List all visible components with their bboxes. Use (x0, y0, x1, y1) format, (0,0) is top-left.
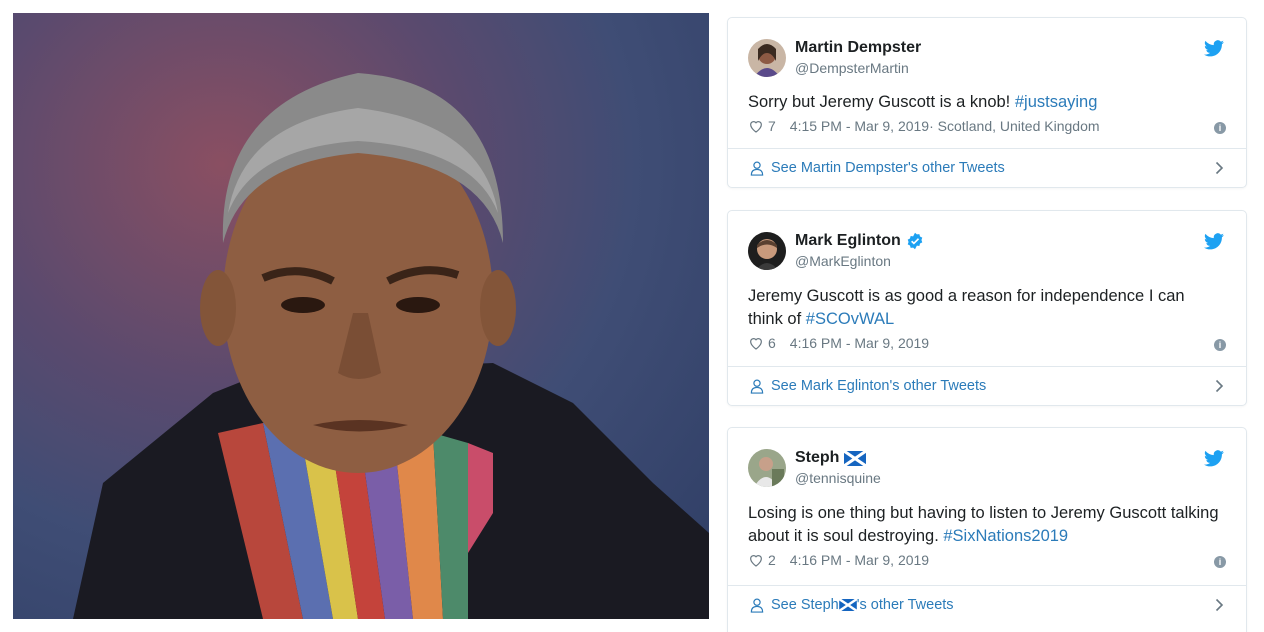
tweet-text: Jeremy Guscott is as good a reason for i… (748, 285, 1208, 331)
avatar[interactable] (748, 449, 786, 487)
see-other-tweets-label[interactable]: See Mark Eglinton's other Tweets (771, 378, 986, 394)
see-other-tweets-link[interactable]: See Martin Dempster's other Tweets (728, 148, 1246, 187)
handle[interactable]: @DempsterMartin (795, 58, 921, 78)
twitter-bird-icon[interactable] (1204, 233, 1224, 250)
hashtag-link[interactable]: #SixNations2019 (943, 527, 1068, 545)
verified-badge-icon (907, 232, 923, 250)
person-portrait (73, 73, 709, 619)
twitter-bird-icon[interactable] (1204, 40, 1224, 57)
tweet-card[interactable]: Martin Dempster @DempsterMartin Sorry bu… (727, 17, 1247, 188)
scotland-flag-icon (844, 450, 867, 466)
timestamp-link[interactable]: 4:15 PM - Mar 9, 2019 (790, 118, 929, 134)
tweet-text: Sorry but Jeremy Guscott is a knob! #jus… (748, 91, 1226, 114)
like-count[interactable]: 7 (768, 118, 776, 134)
person-icon (750, 379, 764, 394)
avatar[interactable] (748, 232, 786, 270)
see-other-tweets-label[interactable]: See Steph (771, 597, 839, 613)
display-name[interactable]: Mark Eglinton (795, 231, 924, 251)
heart-icon[interactable] (748, 552, 764, 568)
scotland-flag-icon (838, 599, 857, 611)
display-name[interactable]: Steph (795, 448, 881, 468)
tweet-card[interactable]: Steph @tennisquine Losing is one thing b… (727, 427, 1247, 632)
person-icon (750, 161, 764, 176)
display-name-text[interactable]: Martin Dempster (795, 38, 921, 58)
heart-icon[interactable] (748, 335, 764, 351)
chevron-right-icon[interactable] (1215, 379, 1224, 393)
tweet-meta: 2 4:16 PM - Mar 9, 2019 (748, 552, 1226, 568)
location-text: · Scotland, United Kingdom (929, 118, 1100, 134)
see-other-tweets-link[interactable]: See Mark Eglinton's other Tweets (728, 366, 1246, 405)
like-count[interactable]: 6 (768, 335, 776, 351)
tweet-meta: 7 4:15 PM - Mar 9, 2019 · Scotland, Unit… (748, 118, 1226, 134)
see-other-tweets-label-suffix[interactable]: 's other Tweets (857, 597, 954, 613)
tweet-text-body: Sorry but Jeremy Guscott is a knob! (748, 93, 1015, 111)
info-icon[interactable]: i (1214, 122, 1226, 134)
timestamp-link[interactable]: 4:16 PM - Mar 9, 2019 (790, 335, 929, 351)
info-icon[interactable]: i (1214, 556, 1226, 568)
handle[interactable]: @MarkEglinton (795, 251, 924, 271)
hashtag-link[interactable]: #SCOvWAL (806, 310, 894, 328)
news-photo (13, 13, 709, 619)
tweet-text: Losing is one thing but having to listen… (748, 502, 1226, 548)
chevron-right-icon[interactable] (1215, 598, 1224, 612)
display-name-text[interactable]: Steph (795, 448, 839, 468)
twitter-bird-icon[interactable] (1204, 450, 1224, 467)
avatar[interactable] (748, 39, 786, 77)
display-name[interactable]: Martin Dempster (795, 38, 921, 58)
see-other-tweets-label[interactable]: See Martin Dempster's other Tweets (771, 160, 1005, 176)
timestamp-link[interactable]: 4:16 PM - Mar 9, 2019 (790, 552, 929, 568)
heart-icon[interactable] (748, 118, 764, 134)
like-count[interactable]: 2 (768, 552, 776, 568)
hashtag-link[interactable]: #justsaying (1015, 93, 1098, 111)
chevron-right-icon[interactable] (1215, 161, 1224, 175)
person-icon (750, 598, 764, 613)
tweet-card[interactable]: Mark Eglinton @MarkEglinton Jeremy Gusco… (727, 210, 1247, 406)
info-icon[interactable]: i (1214, 339, 1226, 351)
see-other-tweets-link[interactable]: See Steph 's other Tweets (728, 585, 1246, 624)
display-name-text[interactable]: Mark Eglinton (795, 231, 901, 251)
handle[interactable]: @tennisquine (795, 468, 881, 488)
tweet-meta: 6 4:16 PM - Mar 9, 2019 (748, 335, 1226, 351)
